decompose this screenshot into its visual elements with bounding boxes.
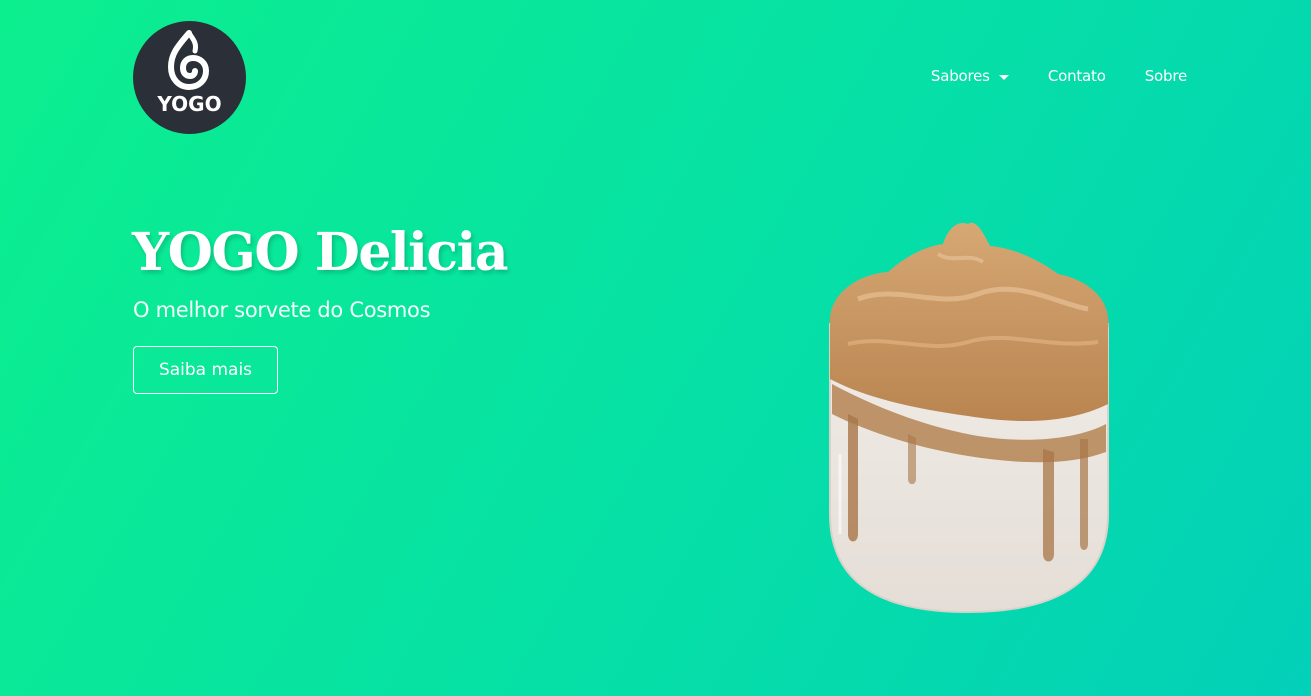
nav-item-contato[interactable]: Contato: [1048, 67, 1106, 85]
product-image: [829, 222, 1109, 614]
brand-logo[interactable]: YOGO: [133, 21, 246, 134]
nav-item-sobre[interactable]: Sobre: [1145, 67, 1187, 85]
saiba-mais-button[interactable]: Saiba mais: [133, 346, 278, 394]
hero-title: YOGO Delicia: [132, 222, 509, 283]
nav-label-sabores: Sabores: [930, 67, 990, 85]
main-nav: Sabores Contato Sobre: [931, 67, 1187, 85]
hero-subtitle: O melhor sorvete do Cosmos: [133, 298, 431, 322]
nav-item-sabores[interactable]: Sabores: [931, 67, 1009, 85]
chevron-down-icon: [998, 74, 1009, 80]
swirl-logo-icon: YOGO: [156, 30, 222, 116]
logo-wordmark: YOGO: [156, 92, 221, 116]
